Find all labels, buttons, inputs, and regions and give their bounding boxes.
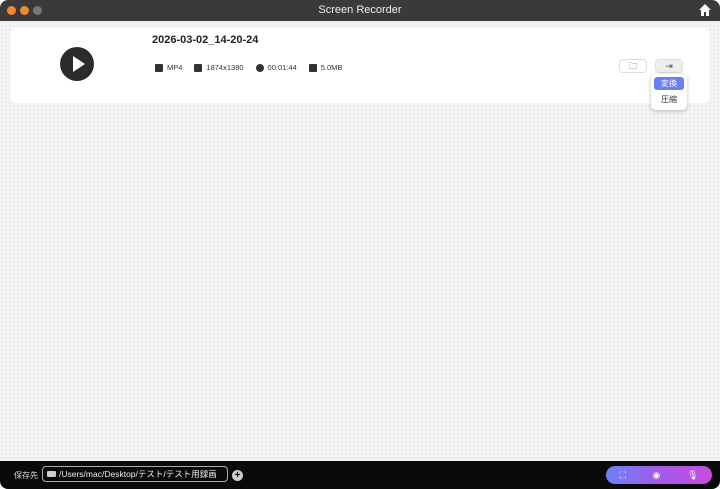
app-window: Screen Recorder 2026-03-02_14-20-24 MP4 … — [0, 0, 720, 489]
database-icon — [308, 64, 317, 73]
monitor-icon — [194, 64, 203, 73]
duration-value: 00:01:44 — [267, 63, 297, 72]
format-value: MP4 — [167, 63, 183, 72]
record-controls: ⛶ ◉ 🎙 — [606, 466, 712, 484]
title-bar: Screen Recorder — [0, 0, 720, 21]
minimize-button[interactable] — [20, 6, 29, 15]
recording-item: 2026-03-02_14-20-24 MP4 1874x1380 00:01:… — [10, 28, 710, 103]
window-title: Screen Recorder — [318, 4, 402, 16]
resolution-info: 1874x1380 — [194, 63, 244, 73]
film-icon — [155, 64, 163, 73]
export-button[interactable]: ⇥ — [655, 59, 683, 73]
menu-item-compress[interactable]: 圧縮 — [654, 93, 684, 106]
format-info: MP4 — [155, 63, 183, 73]
footer-bar: 保存先 /Users/mac/Desktop/テスト/テスト用録画 + ⛶ ◉ … — [0, 461, 720, 489]
clock-icon — [255, 64, 264, 73]
zoom-button[interactable] — [33, 6, 42, 15]
menu-item-convert[interactable]: 変換 — [654, 77, 684, 90]
size-value: 5.0MB — [320, 63, 343, 72]
duration-info: 00:01:44 — [255, 63, 297, 73]
folder-icon: 🗀 — [628, 61, 638, 71]
add-path-button[interactable]: + — [232, 470, 243, 481]
size-info: 5.0MB — [308, 63, 343, 73]
microphone-icon[interactable]: 🎙 — [687, 470, 698, 481]
webcam-icon[interactable]: ◉ — [653, 470, 661, 481]
save-path-field[interactable]: /Users/mac/Desktop/テスト/テスト用録画 — [42, 466, 228, 482]
save-location-label: 保存先 — [14, 471, 38, 480]
close-button[interactable] — [7, 6, 16, 15]
play-button[interactable] — [60, 47, 94, 81]
export-icon: ⇥ — [665, 61, 673, 71]
recording-filename: 2026-03-02_14-20-24 — [152, 34, 259, 46]
home-icon[interactable] — [698, 3, 712, 17]
export-menu: 変換 圧縮 — [651, 74, 687, 110]
region-capture-icon[interactable]: ⛶ — [619, 470, 625, 481]
resolution-value: 1874x1380 — [206, 63, 244, 72]
open-folder-button[interactable]: 🗀 — [619, 59, 647, 73]
